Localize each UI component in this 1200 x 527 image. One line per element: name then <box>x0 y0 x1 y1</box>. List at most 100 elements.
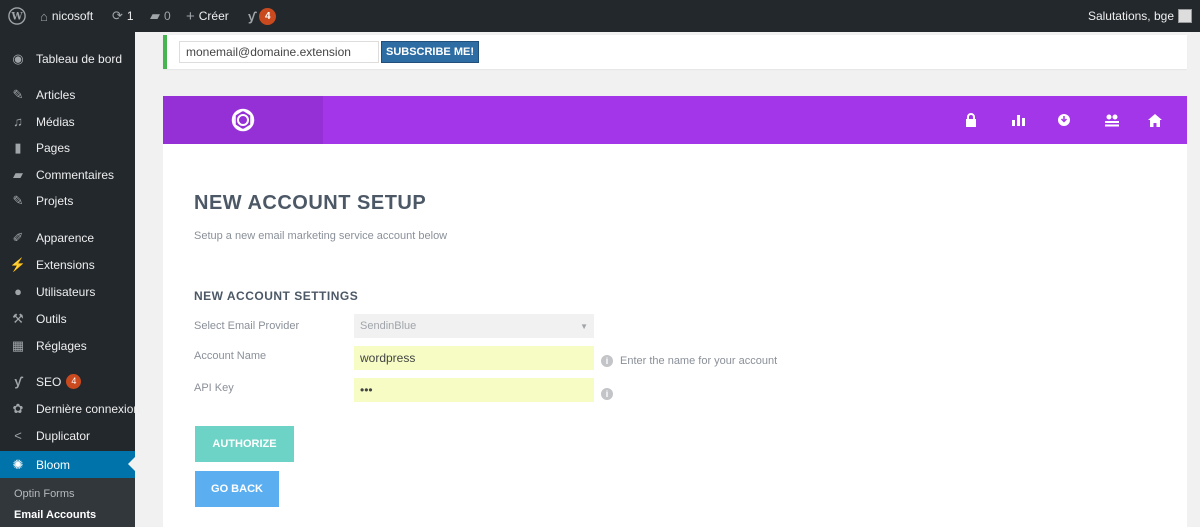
sidebar-item-bloom[interactable]: ✺ Bloom <box>0 451 135 478</box>
sidebar-item-medias[interactable]: ♫ Médias <box>0 108 135 135</box>
seo-badge: 4 <box>259 7 277 25</box>
site-name: nicosoft <box>51 9 94 23</box>
user-account-link[interactable]: Salutations, bge <box>1088 0 1192 32</box>
plugin-icon: ⚡ <box>9 256 27 272</box>
subscribe-notice: SUBSCRIBE ME! <box>163 35 1187 69</box>
sidebar-item-label: Extensions <box>36 257 95 272</box>
sidebar-item-users[interactable]: ● Utilisateurs <box>0 278 135 305</box>
chevron-down-icon: ▼ <box>580 321 588 331</box>
sidebar-item-label: Articles <box>36 87 76 102</box>
sidebar-item-appearance[interactable]: ✐ Apparence <box>0 224 135 251</box>
new-label: Créer <box>198 9 229 23</box>
users-icon: ● <box>14 284 22 299</box>
provider-label: Select Email Provider <box>194 320 300 332</box>
sidebar-item-comments[interactable]: ▰ Commentaires <box>0 161 135 188</box>
avatar <box>1178 9 1192 23</box>
page-title: NEW ACCOUNT SETUP <box>194 192 427 214</box>
accounts-icon[interactable] <box>1098 96 1126 144</box>
sidebar-item-settings[interactable]: ▦ Réglages <box>0 332 135 359</box>
sidebar-item-label: Commentaires <box>36 167 115 182</box>
comment-icon: ▰ <box>13 166 23 182</box>
sidebar-item-label: Apparence <box>36 230 95 245</box>
email-provider-select[interactable]: SendinBlue ▼ <box>354 314 594 338</box>
sidebar-item-pages[interactable]: ▮ Pages <box>0 134 135 161</box>
page-icon: ▮ <box>14 139 22 155</box>
dashboard-icon: ◉ <box>12 50 24 66</box>
seo-badge: 4 <box>66 374 82 389</box>
sidebar-item-last-login[interactable]: ✿ Dernière connexion <box>0 395 141 422</box>
admin-sidebar: ◉ Tableau de bord ✎ Articles ♫ Médias ▮ … <box>0 32 141 527</box>
sidebar-item-label: Duplicator <box>36 428 91 443</box>
comments-count: 0 <box>164 9 171 23</box>
account-name-value: wordpress <box>360 351 416 365</box>
pin-icon: ✎ <box>12 192 24 208</box>
account-name-label: Account Name <box>194 350 267 362</box>
refresh-icon: ⟳ <box>112 8 123 23</box>
wordpress-logo-icon[interactable]: W <box>8 0 28 32</box>
subscribe-button[interactable]: SUBSCRIBE ME! <box>381 41 479 63</box>
sidebar-item-extensions[interactable]: ⚡ Extensions <box>0 251 135 278</box>
section-title: NEW ACCOUNT SETTINGS <box>194 289 359 303</box>
sidebar-item-label: Utilisateurs <box>36 284 96 299</box>
sidebar-item-label: Projets <box>36 193 74 208</box>
lock-icon[interactable] <box>957 96 985 144</box>
sidebar-item-articles[interactable]: ✎ Articles <box>0 81 135 108</box>
new-content-link[interactable]: + Créer <box>186 0 229 32</box>
bloom-logo-icon <box>231 108 255 132</box>
sidebar-item-label: Tableau de bord <box>36 51 123 66</box>
howdy-text: Salutations, bge <box>1087 9 1174 23</box>
subscribe-email-input[interactable] <box>179 41 379 63</box>
sidebar-item-duplicator[interactable]: < Duplicator <box>0 422 135 449</box>
admin-bar: W ⌂ nicosoft ⟳ 1 ▰ 0 + Créer ƴ 4 Salutat… <box>0 0 1200 32</box>
share-icon: < <box>14 428 22 443</box>
wrench-icon: ⚒ <box>12 310 24 326</box>
home-icon[interactable] <box>1141 96 1169 144</box>
plus-icon: + <box>186 7 195 25</box>
sidebar-item-seo[interactable]: ƴ SEO 4 <box>0 368 135 395</box>
api-key-value: ••• <box>360 383 373 397</box>
stats-icon[interactable] <box>1005 96 1033 144</box>
svg-text:W: W <box>10 12 23 23</box>
account-name-hint: Enter the name for your account <box>620 355 778 367</box>
sidebar-item-projects[interactable]: ✎ Projets <box>0 187 135 214</box>
go-back-button[interactable]: GO BACK <box>195 471 279 507</box>
account-name-input[interactable]: wordpress <box>354 346 594 370</box>
info-icon[interactable]: i <box>601 355 613 367</box>
bloom-icon: ✺ <box>12 456 24 472</box>
yoast-icon: ƴ <box>14 374 22 389</box>
sidebar-item-label: Réglages <box>36 338 87 353</box>
info-icon[interactable]: i <box>601 388 613 400</box>
gear-icon: ✿ <box>12 400 24 416</box>
authorize-button[interactable]: AUTHORIZE <box>195 426 294 462</box>
submenu-optin-forms[interactable]: Optin Forms <box>14 488 75 500</box>
sidebar-item-tools[interactable]: ⚒ Outils <box>0 305 135 332</box>
updates-count: 1 <box>126 9 134 23</box>
sidebar-item-dashboard[interactable]: ◉ Tableau de bord <box>0 45 135 72</box>
pin-icon: ✎ <box>12 86 24 102</box>
comments-link[interactable]: ▰ 0 <box>150 0 171 32</box>
api-key-input[interactable]: ••• <box>354 378 594 402</box>
sidebar-item-label: SEO <box>36 374 62 389</box>
submenu-email-accounts[interactable]: Email Accounts <box>14 509 96 521</box>
brush-icon: ✐ <box>12 229 24 245</box>
provider-value: SendinBlue <box>360 320 417 332</box>
import-icon[interactable] <box>1050 96 1078 144</box>
bloom-logo <box>163 96 323 144</box>
bloom-submenu: Optin Forms Email Accounts <box>0 478 135 527</box>
media-icon: ♫ <box>13 114 23 129</box>
bloom-panel: NEW ACCOUNT SETUP Setup a new email mark… <box>163 144 1187 527</box>
updates-link[interactable]: ⟳ 1 <box>112 0 134 32</box>
sidebar-item-label: Dernière connexion <box>36 401 141 416</box>
sidebar-item-label: Bloom <box>36 457 71 472</box>
api-key-label: API Key <box>194 382 234 394</box>
bloom-header <box>163 96 1187 144</box>
sidebar-item-label: Pages <box>36 140 71 155</box>
settings-icon: ▦ <box>11 337 25 353</box>
yoast-icon: ƴ <box>248 8 256 24</box>
seo-adminbar-link[interactable]: ƴ 4 <box>248 0 277 32</box>
home-icon: ⌂ <box>40 8 48 24</box>
page-subtitle: Setup a new email marketing service acco… <box>194 230 448 242</box>
comment-icon: ▰ <box>150 8 160 23</box>
site-name-link[interactable]: ⌂ nicosoft <box>40 0 93 32</box>
sidebar-item-label: Outils <box>36 311 67 326</box>
